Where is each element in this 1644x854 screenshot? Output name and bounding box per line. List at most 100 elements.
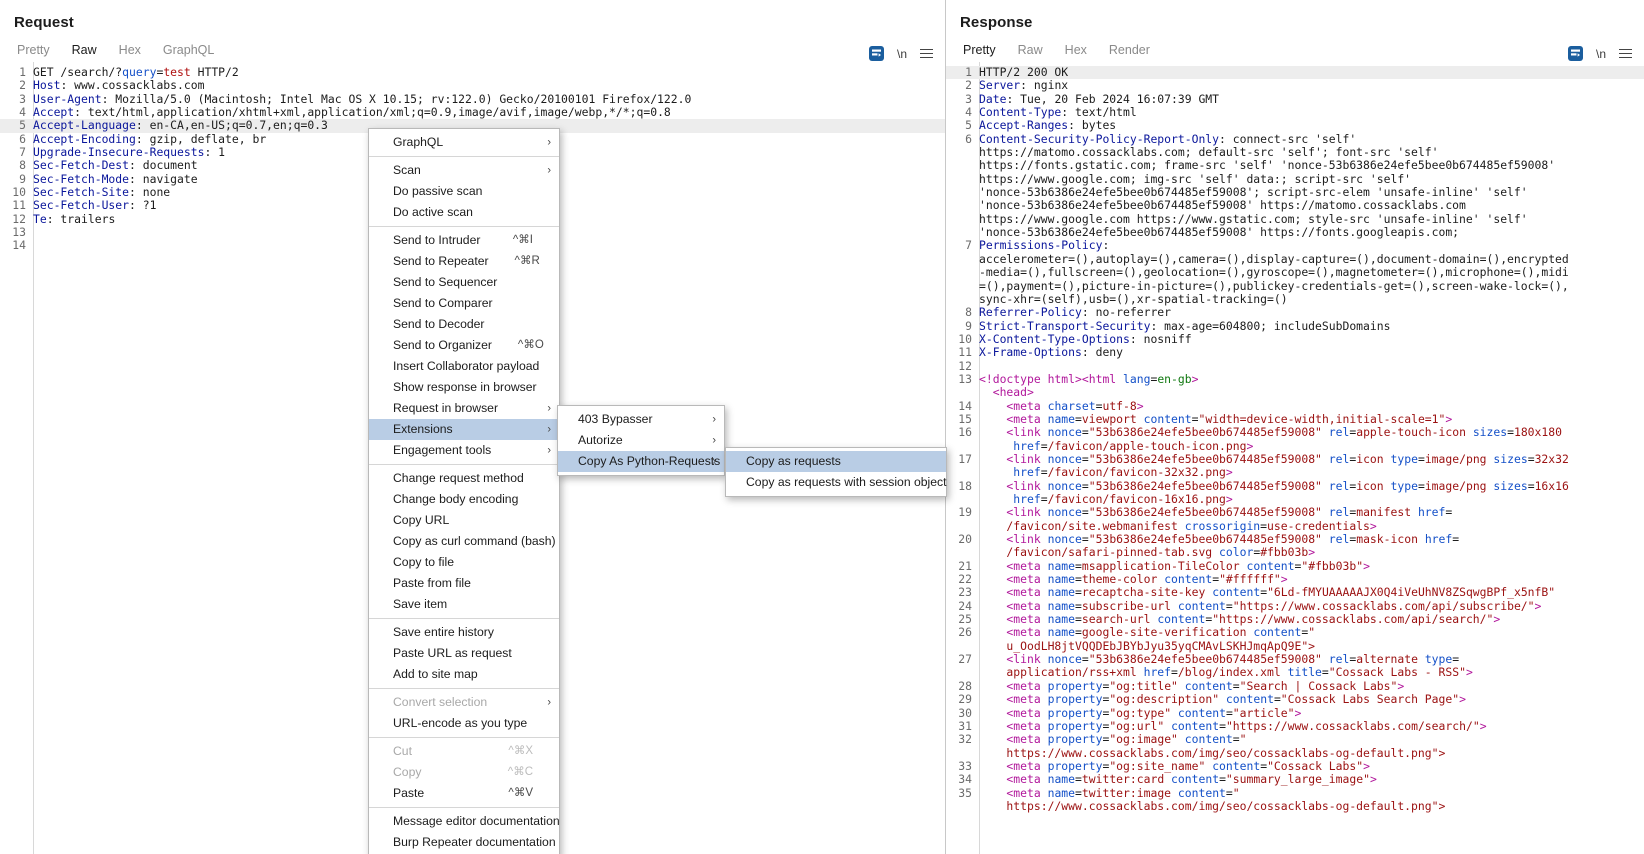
- response-token: [979, 439, 1013, 453]
- response-line: 19 <link nonce="53b6386e24efe5bee0b67448…: [946, 505, 1644, 520]
- context-menu-item-copy-url[interactable]: Copy URL: [369, 510, 559, 531]
- context-menu-item-send-to-decoder[interactable]: Send to Decoder: [369, 314, 559, 335]
- context-menu-item-send-to-organizer[interactable]: Send to Organizer ^⌘O: [369, 335, 559, 356]
- request-newline-toggle[interactable]: \n: [897, 47, 907, 61]
- context-menu-item-do-passive-scan[interactable]: Do passive scan: [369, 181, 559, 202]
- menu-item-label: Copy as requests: [746, 454, 841, 468]
- response-line-number: 19: [958, 505, 972, 520]
- response-token: : max-age=604800; includeSubDomains: [1150, 318, 1391, 333]
- response-token: [1281, 665, 1288, 679]
- context-menu-item-engagement-tools[interactable]: Engagement tools ›: [369, 440, 559, 461]
- request-line-number: 9: [19, 171, 26, 186]
- response-token: <meta: [979, 411, 1041, 426]
- context-menu-item-paste-url-as-request[interactable]: Paste URL as request: [369, 643, 559, 664]
- request-inspector-icon[interactable]: [868, 46, 884, 61]
- response-token: "Cossack Labs - RSS": [1328, 665, 1466, 680]
- context-menu-item-message-editor-documentation[interactable]: Message editor documentation: [369, 811, 560, 832]
- response-token: [1041, 479, 1048, 493]
- request-line-number: 1: [19, 65, 26, 79]
- menu-item-label: Burp Repeater documentation: [393, 835, 556, 849]
- context-menu-item-url-encode-as-you-type[interactable]: URL-encode as you type: [369, 713, 559, 734]
- response-line: 3 Date: Tue, 20 Feb 2024 16:07:39 GMT: [946, 92, 1644, 106]
- burp-repeater-window: Request Pretty Raw Hex GraphQL \n 1 GET /…: [0, 0, 1644, 854]
- chevron-right-icon: ›: [547, 402, 551, 414]
- context-menu-item-save-entire-history[interactable]: Save entire history: [369, 622, 559, 643]
- context-menu-item-burp-repeater-documentation[interactable]: Burp Repeater documentation: [369, 832, 559, 853]
- response-menu-icon[interactable]: [1619, 48, 1632, 59]
- response-token: google-site-verification: [1081, 625, 1247, 640]
- context-menu-item-extensions[interactable]: Extensions ›: [369, 419, 559, 440]
- response-line-number: 13: [958, 371, 972, 386]
- response-token: <meta: [979, 625, 1041, 640]
- response-token: [1041, 612, 1048, 626]
- context-menu-item-paste[interactable]: Paste ^⌘V: [369, 783, 559, 804]
- context-menu-item-add-to-site-map[interactable]: Add to site map: [369, 664, 559, 685]
- response-inspector-icon[interactable]: [1567, 46, 1583, 61]
- response-token: <meta: [979, 718, 1041, 733]
- context-menu-item-request-in-browser[interactable]: Request in browser ›: [369, 398, 559, 419]
- context-menu-separator: [369, 226, 559, 227]
- response-token: >: [1246, 438, 1254, 453]
- request-token: Te: [33, 211, 47, 226]
- response-token: content: [1177, 705, 1226, 720]
- response-token: content: [1157, 612, 1206, 627]
- context-menu-item-graphql[interactable]: GraphQL ›: [369, 132, 559, 153]
- context-menu-item-show-response-in-browser[interactable]: Show response in browser: [369, 377, 559, 398]
- context-menu-item-scan[interactable]: Scan ›: [369, 160, 559, 181]
- response-token: X-Content-Type-Options: [979, 331, 1130, 346]
- response-token: [1041, 759, 1048, 773]
- response-token: property: [1047, 692, 1103, 707]
- response-token: nonce: [1047, 451, 1082, 466]
- response-token: [1418, 652, 1425, 666]
- context-menu-item-change-body-encoding[interactable]: Change body encoding: [369, 489, 559, 510]
- response-token: content: [1212, 585, 1261, 600]
- context-menu-item-change-request-method[interactable]: Change request method: [369, 468, 559, 489]
- response-token: [1041, 452, 1048, 466]
- response-token: mask-icon: [1356, 532, 1418, 547]
- context-menu-item-insert-collaborator-payload[interactable]: Insert Collaborator payload: [369, 356, 559, 377]
- response-line: 33 <meta property="og:site_name" content…: [946, 758, 1644, 773]
- response-token: href: [1013, 492, 1041, 506]
- request-menu-icon[interactable]: [920, 48, 933, 59]
- context-menu-item-copy-to-file[interactable]: Copy to file: [369, 552, 559, 573]
- chevron-right-icon: ›: [547, 696, 551, 708]
- response-editor[interactable]: 1 HTTP/2 200 OK 2 Server: nginx 3 Date: Tue, …: [946, 62, 1644, 854]
- response-line-number: 34: [958, 772, 972, 787]
- response-line: 4 Content-Type: text/html: [946, 105, 1644, 119]
- response-line-number: 26: [958, 625, 972, 640]
- response-token: [1322, 505, 1329, 519]
- menu-item-label: Extensions: [393, 422, 453, 436]
- response-newline-toggle[interactable]: \n: [1596, 47, 1606, 61]
- copy-as-python-requests-submenu[interactable]: Copy as requests Copy as requests with se…: [725, 447, 947, 497]
- python-submenu-item-copy-as-requests-with-session-object[interactable]: Copy as requests with session object: [726, 472, 947, 493]
- context-menu-item-paste-from-file[interactable]: Paste from file: [369, 573, 559, 594]
- extensions-submenu-item-403-bypasser[interactable]: 403 Bypasser ›: [558, 409, 724, 430]
- response-token: nonce: [1047, 425, 1082, 440]
- response-token: content: [1246, 558, 1295, 573]
- context-menu[interactable]: GraphQL › Scan › Do passive scan Do active sc…: [368, 128, 560, 854]
- response-token: /favicon/favicon-32x32.png: [1047, 465, 1226, 480]
- context-menu-item-send-to-intruder[interactable]: Send to Intruder ^⌘I: [369, 230, 559, 251]
- response-token: [1041, 625, 1048, 639]
- context-menu-item-copy-as-curl-command-bash[interactable]: Copy as curl command (bash): [369, 531, 559, 552]
- python-submenu-item-copy-as-requests[interactable]: Copy as requests: [726, 451, 946, 472]
- response-token: content: [1164, 572, 1213, 587]
- extensions-submenu-item-autorize[interactable]: Autorize ›: [558, 430, 724, 451]
- context-menu-item-save-item[interactable]: Save item: [369, 594, 559, 615]
- response-token: <meta: [979, 732, 1041, 747]
- request-token: Accept-Language: [33, 118, 136, 133]
- response-token: "Search | Cossack Labs": [1239, 678, 1398, 693]
- response-code[interactable]: 1 HTTP/2 200 OK 2 Server: nginx 3 Date: Tue, …: [946, 62, 1644, 813]
- context-menu-item-send-to-repeater[interactable]: Send to Repeater ^⌘R: [369, 251, 559, 272]
- response-token: =: [1260, 518, 1268, 533]
- extensions-submenu-item-copy-as-python-requests[interactable]: Copy As Python-Requests ›: [558, 451, 724, 472]
- response-token: "Cossack Labs": [1267, 758, 1364, 773]
- extensions-submenu[interactable]: 403 Bypasser › Autorize › Copy As Python-Req…: [557, 405, 725, 476]
- request-line: 1 GET /search/?query=test HTTP/2: [0, 65, 945, 79]
- response-token: >: [1397, 678, 1405, 693]
- context-menu-item-send-to-sequencer[interactable]: Send to Sequencer: [369, 272, 559, 293]
- response-token: [1466, 425, 1473, 439]
- response-token: >: [1459, 692, 1466, 707]
- context-menu-item-send-to-comparer[interactable]: Send to Comparer: [369, 293, 559, 314]
- context-menu-item-do-active-scan[interactable]: Do active scan: [369, 202, 559, 223]
